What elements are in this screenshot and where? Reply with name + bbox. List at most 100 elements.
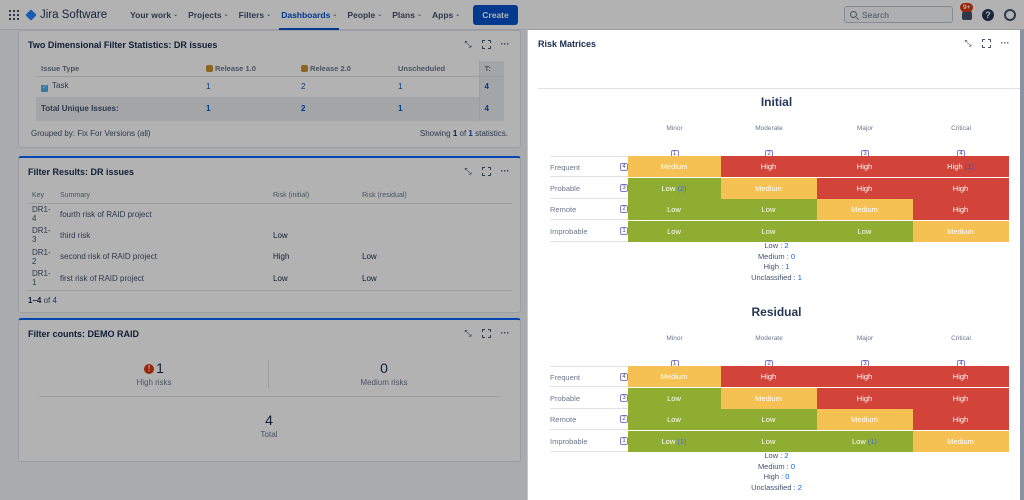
summary-value-link[interactable]: 0: [791, 462, 795, 471]
risk-cell-high[interactable]: High: [721, 156, 817, 177]
issue-summary-link[interactable]: third risk: [56, 225, 269, 247]
high-risks-count[interactable]: ! 1 High risks: [39, 360, 269, 387]
risk-level: Low: [661, 183, 676, 193]
risk-cell-high[interactable]: High: [817, 177, 913, 199]
count-link[interactable]: 1: [393, 96, 479, 121]
nav-filters[interactable]: Filters ⌄: [234, 0, 277, 30]
risk-cell-low[interactable]: Low: [628, 387, 721, 409]
count-link[interactable]: 1: [393, 77, 479, 97]
issue-key-link[interactable]: DR1-2: [28, 246, 56, 268]
more-options-icon[interactable]: [500, 166, 510, 176]
risk-cell-high[interactable]: High (1): [913, 156, 1009, 177]
risk-cell-low[interactable]: Low: [721, 220, 817, 242]
nav-dashboards[interactable]: Dashboards ⌄: [276, 0, 342, 30]
risk-cell-high[interactable]: High: [817, 366, 913, 387]
risk-cell-low[interactable]: Low (1): [628, 430, 721, 452]
app-switcher-icon[interactable]: [9, 9, 19, 20]
risk-cell-high[interactable]: High: [913, 387, 1009, 409]
header-summary[interactable]: Summary: [56, 189, 269, 204]
minimize-icon[interactable]: [463, 328, 473, 338]
more-options-icon[interactable]: [500, 328, 510, 338]
nav-apps[interactable]: Apps ⌄: [427, 0, 465, 30]
count-link[interactable]: 1: [201, 96, 296, 121]
total-link[interactable]: 4: [478, 76, 504, 97]
issue-key-link[interactable]: DR1-4: [28, 203, 56, 225]
issue-key-link[interactable]: DR1-3: [28, 225, 56, 247]
header-risk-initial[interactable]: Risk (initial): [269, 189, 358, 204]
issue-count-link[interactable]: (1): [965, 162, 974, 171]
minimize-icon[interactable]: [463, 166, 473, 176]
risk-cell-low[interactable]: Low: [721, 199, 817, 220]
summary-value-link[interactable]: 2: [784, 451, 788, 460]
risk-cell-low[interactable]: Low (1): [817, 430, 913, 452]
risk-cell-high[interactable]: High: [913, 409, 1009, 430]
risk-cell-high[interactable]: High: [913, 177, 1009, 199]
summary-value-link[interactable]: 0: [791, 252, 795, 261]
risk-cell-high[interactable]: High: [817, 156, 913, 177]
issue-count-link[interactable]: (1): [677, 437, 686, 446]
summary-value-link[interactable]: 0: [785, 472, 789, 481]
nav-people[interactable]: People ⌄: [342, 0, 387, 30]
risk-cell-medium[interactable]: Medium: [817, 409, 913, 430]
risk-level: High: [856, 183, 873, 193]
summary-value-link[interactable]: 1: [785, 262, 789, 271]
issue-summary-link[interactable]: fourth risk of RAID project: [56, 203, 269, 225]
nav-plans[interactable]: Plans ⌄: [387, 0, 427, 30]
risk-cell-high[interactable]: High: [817, 387, 913, 409]
header-risk-residual[interactable]: Risk (residual): [358, 189, 512, 204]
issue-summary-link[interactable]: first risk of RAID project: [56, 268, 269, 290]
risk-cell-low[interactable]: Low: [721, 430, 817, 452]
settings-gear-icon[interactable]: [1004, 9, 1016, 21]
issue-count-link[interactable]: (2): [677, 184, 686, 193]
minimize-icon[interactable]: [963, 38, 973, 48]
risk-cell-low[interactable]: Low: [628, 199, 721, 220]
medium-risks-count[interactable]: 0 Medium risks: [269, 360, 499, 387]
risk-cell-low[interactable]: Low: [628, 220, 721, 242]
search-input[interactable]: Search: [844, 6, 953, 23]
risk-cell-low[interactable]: Low: [817, 220, 913, 242]
risk-cell-medium[interactable]: Medium: [721, 177, 817, 199]
help-icon[interactable]: ?: [982, 9, 994, 21]
summary-value-link[interactable]: 1: [798, 273, 802, 282]
risk-cell-high[interactable]: High: [913, 366, 1009, 387]
count-link[interactable]: 2: [296, 96, 393, 121]
risk-cell-medium[interactable]: Medium: [913, 220, 1009, 242]
risk-cell-medium[interactable]: Medium: [628, 366, 721, 387]
risk-cell-medium[interactable]: Medium: [913, 430, 1009, 452]
nav-your-work[interactable]: Your work ⌄: [125, 0, 183, 30]
risk-cell-medium[interactable]: Medium: [628, 156, 721, 177]
risk-cell-medium[interactable]: Medium: [817, 199, 913, 220]
risk-cell-low[interactable]: Low (2): [628, 177, 721, 199]
issue-count-link[interactable]: (1): [868, 437, 877, 446]
fullscreen-icon[interactable]: [482, 39, 491, 49]
summary-value-link[interactable]: 2: [798, 483, 802, 492]
risk-level: High: [856, 372, 873, 381]
total-link[interactable]: 4: [478, 96, 504, 121]
fullscreen-icon[interactable]: [482, 166, 491, 176]
header-key[interactable]: Key: [28, 189, 56, 204]
fullscreen-icon[interactable]: [982, 38, 991, 48]
risk-cell-low[interactable]: Low: [721, 409, 817, 430]
summary-label: Low: [764, 241, 779, 250]
minimize-icon[interactable]: [463, 39, 473, 49]
risk-cell-low[interactable]: Low: [628, 409, 721, 430]
create-button[interactable]: Create: [473, 4, 518, 25]
showing-total-link[interactable]: 1: [468, 129, 472, 138]
nav-projects[interactable]: Projects ⌄: [183, 0, 234, 30]
more-options-icon[interactable]: [500, 39, 510, 49]
count-link[interactable]: 1: [201, 77, 296, 97]
more-options-icon[interactable]: [1000, 38, 1010, 48]
likelihood-row-label: Remote 2: [550, 409, 628, 430]
count-link[interactable]: 2: [296, 77, 393, 97]
issue-summary-link[interactable]: second risk of RAID project: [56, 246, 269, 268]
total-count[interactable]: 4 Total: [154, 412, 384, 439]
risk-cell-medium[interactable]: Medium: [721, 387, 817, 409]
summary-value-link[interactable]: 2: [784, 241, 788, 250]
panel-title: Risk Matrices: [538, 39, 597, 49]
issue-key-link[interactable]: DR1-1: [28, 268, 56, 290]
jira-logo[interactable]: Jira Software: [25, 9, 107, 21]
fullscreen-icon[interactable]: [482, 328, 491, 338]
pagination-total-link[interactable]: 4: [53, 296, 57, 305]
risk-cell-high[interactable]: High: [721, 366, 817, 387]
risk-cell-high[interactable]: High: [913, 199, 1009, 220]
